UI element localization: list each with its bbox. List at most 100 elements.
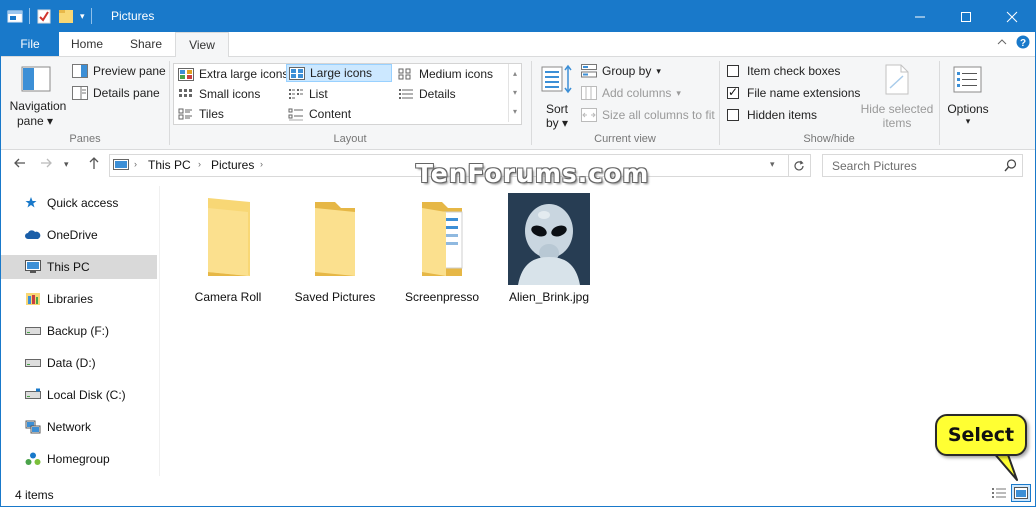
- file-name-extensions-checkbox[interactable]: [727, 85, 739, 99]
- pane-divider[interactable]: [159, 186, 160, 476]
- layout-large-icons[interactable]: Large icons: [286, 64, 392, 82]
- sidebar-item-label: Data (D:): [47, 356, 96, 370]
- sidebar-item-local-disk-c[interactable]: Local Disk (C:): [1, 383, 157, 407]
- file-list: Camera Roll Saved Pictures Screenpresso: [161, 186, 1035, 476]
- layout-tiles[interactable]: Tiles: [178, 105, 224, 123]
- tab-home[interactable]: Home: [59, 32, 115, 56]
- add-columns-icon: [581, 86, 597, 100]
- sidebar-item-this-pc[interactable]: This PC: [1, 255, 157, 279]
- hidden-items-option[interactable]: Hidden items: [727, 106, 817, 124]
- callout-pointer: [992, 452, 1018, 481]
- tab-view[interactable]: View: [175, 32, 229, 58]
- sidebar-item-label: Libraries: [47, 292, 94, 306]
- file-item-camera-roll[interactable]: Camera Roll: [180, 190, 276, 306]
- forward-button[interactable]: [39, 156, 53, 173]
- details-icon: [399, 88, 413, 99]
- hide-selected-items-button[interactable]: Hide selected items: [859, 61, 935, 131]
- properties-icon[interactable]: [36, 8, 52, 24]
- watermark: TenForums.com: [416, 159, 650, 188]
- hide-selected-items-icon: [885, 64, 909, 95]
- sidebar-item-backup-f[interactable]: Backup (F:): [1, 319, 157, 343]
- navigation-pane-button[interactable]: Navigation pane ▾: [5, 61, 67, 131]
- hidden-items-label: Hidden items: [747, 108, 818, 122]
- layout-details[interactable]: Details: [398, 85, 456, 103]
- layout-list[interactable]: List: [288, 85, 328, 103]
- breadcrumb-pictures[interactable]: Pictures: [211, 158, 254, 172]
- sidebar-item-onedrive[interactable]: OneDrive: [1, 223, 157, 247]
- file-item-saved-pictures[interactable]: Saved Pictures: [287, 190, 383, 306]
- close-button[interactable]: [989, 1, 1035, 32]
- small-icons-icon: [179, 88, 192, 97]
- refresh-button[interactable]: [788, 154, 811, 177]
- layout-medium-icons[interactable]: Medium icons: [398, 65, 493, 83]
- add-columns-label: Add columns: [602, 86, 672, 100]
- file-name: Alien_Brink.jpg: [508, 290, 590, 304]
- sidebar-item-libraries[interactable]: Libraries: [1, 287, 157, 311]
- sidebar-item-label: Quick access: [47, 196, 119, 210]
- search-input[interactable]: [830, 158, 1004, 174]
- sort-by-button[interactable]: Sort by ▾: [539, 61, 575, 131]
- breadcrumb-separator-icon-3: ›: [260, 159, 263, 169]
- tab-file[interactable]: File: [1, 32, 59, 56]
- item-count: 4 items: [15, 488, 54, 502]
- hidden-items-checkbox[interactable]: [727, 109, 739, 121]
- qat-dropdown-icon[interactable]: ▾: [80, 11, 85, 22]
- recent-locations-button[interactable]: ▾: [64, 159, 69, 170]
- ribbon-separator-4: [939, 61, 940, 145]
- layout-gallery-scroll[interactable]: ▴ ▾ ▾: [508, 64, 521, 122]
- network-icon: [25, 420, 41, 434]
- item-check-boxes-option[interactable]: Item check boxes: [727, 62, 840, 80]
- gallery-more-icon[interactable]: ▾: [509, 102, 521, 121]
- quick-access-toolbar: ▾: [7, 6, 92, 26]
- show-hide-group-label: Show/hide: [803, 133, 855, 145]
- file-name-extensions-option[interactable]: File name extensions: [727, 84, 860, 102]
- sidebar-item-homegroup[interactable]: Homegroup: [1, 447, 157, 471]
- file-item-screenpresso[interactable]: Screenpresso: [394, 190, 490, 306]
- scroll-up-icon[interactable]: ▴: [509, 64, 521, 83]
- group-by-button[interactable]: Group by ▾: [581, 62, 661, 80]
- new-folder-icon[interactable]: [58, 8, 74, 24]
- breadcrumb-this-pc[interactable]: This PC: [148, 158, 191, 172]
- up-button[interactable]: [87, 156, 101, 173]
- details-view-button[interactable]: [989, 484, 1009, 502]
- tab-share[interactable]: Share: [117, 32, 175, 56]
- sidebar-item-data-d[interactable]: Data (D:): [1, 351, 157, 375]
- minimize-ribbon-icon[interactable]: [997, 36, 1007, 50]
- options-dropdown-icon: ▾: [965, 116, 971, 126]
- layout-small-icons[interactable]: Small icons: [178, 85, 260, 103]
- maximize-button[interactable]: [943, 1, 989, 32]
- add-columns-button[interactable]: Add columns ▾: [581, 84, 681, 102]
- layout-content[interactable]: Content: [288, 105, 351, 123]
- options-button[interactable]: Options ▾: [943, 61, 993, 131]
- current-view-group-label: Current view: [594, 133, 656, 145]
- details-pane-icon: [72, 86, 88, 100]
- scroll-down-icon[interactable]: ▾: [509, 83, 521, 102]
- layout-gallery: Extra large icons Large icons Medium ico…: [173, 63, 522, 125]
- select-callout: Select: [935, 414, 1027, 456]
- content-icon: [288, 108, 303, 120]
- sidebar-item-network[interactable]: Network: [1, 415, 157, 439]
- drive-icon: [25, 388, 41, 399]
- address-dropdown-icon[interactable]: ▾: [770, 159, 775, 170]
- star-icon: [25, 197, 37, 208]
- details-pane-button[interactable]: Details pane: [72, 84, 160, 102]
- layout-list-label: List: [309, 87, 328, 101]
- library-icon: [26, 293, 40, 305]
- search-icon[interactable]: [1004, 159, 1017, 172]
- layout-extra-large-icons-label: Extra large icons: [199, 67, 289, 81]
- title-bar: ▾ Pictures: [1, 1, 1035, 32]
- file-item-alien-brink[interactable]: Alien_Brink.jpg: [501, 190, 597, 306]
- large-icons-view-button[interactable]: [1011, 484, 1031, 502]
- preview-pane-button[interactable]: Preview pane: [72, 62, 166, 80]
- minimize-button[interactable]: [897, 1, 943, 32]
- sidebar-item-quick-access[interactable]: Quick access: [1, 191, 157, 215]
- help-icon[interactable]: ?: [1016, 35, 1030, 52]
- size-all-columns-button[interactable]: Size all columns to fit: [581, 106, 715, 124]
- search-box: [822, 154, 1023, 177]
- sidebar-item-label: Backup (F:): [47, 324, 110, 338]
- layout-extra-large-icons[interactable]: Extra large icons: [178, 65, 288, 83]
- item-check-boxes-checkbox[interactable]: [727, 65, 739, 77]
- back-button[interactable]: [13, 156, 27, 173]
- window-menu-icon[interactable]: [7, 8, 23, 24]
- chevron-down-icon: ▾: [64, 159, 69, 169]
